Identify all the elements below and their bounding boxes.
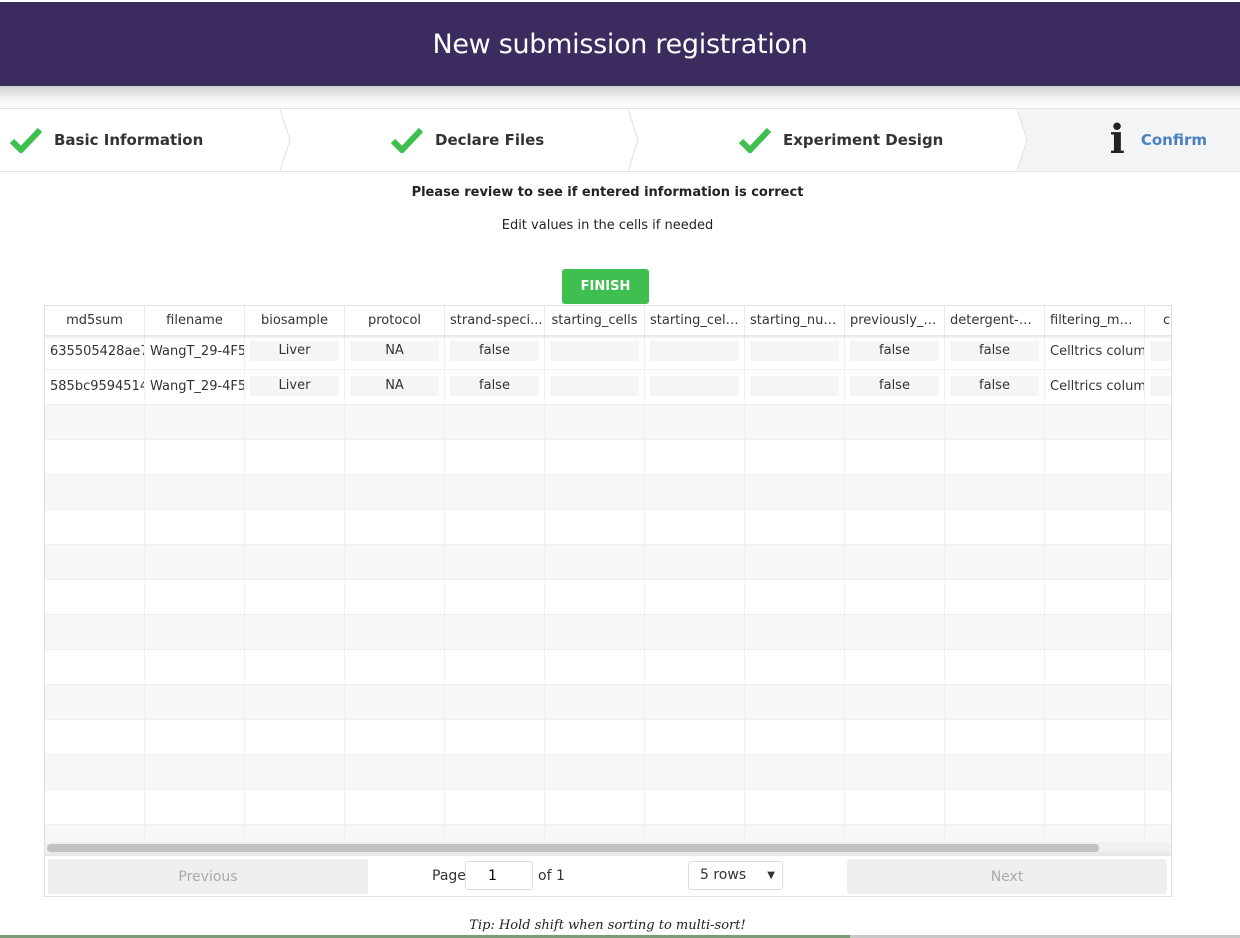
column-header-filtering-method[interactable]: filtering_met... — [1045, 306, 1145, 335]
step-separator — [1017, 109, 1028, 171]
column-header-previously-frozen[interactable]: previously_f... — [845, 306, 945, 335]
cell-protocol[interactable]: NA — [345, 370, 445, 404]
table-row-empty — [45, 440, 1171, 475]
pagination: Previous Page of 1 5 rows ▼ Next — [45, 855, 1171, 896]
cell-biosample[interactable]: Liver — [245, 370, 345, 404]
cell-md5sum: 585bc9594514 — [45, 370, 145, 404]
table-row: 635505428ae7 WangT_29-4F5 Liver NA false… — [45, 335, 1171, 370]
step-basic-information[interactable]: Basic Information — [10, 109, 203, 171]
step-confirm[interactable]: i Confirm — [1019, 109, 1240, 171]
column-header-detergent[interactable]: detergent-a... — [945, 306, 1045, 335]
horizontal-scrollbar[interactable] — [45, 842, 1171, 854]
dropdown-caret-icon: ▼ — [767, 870, 775, 881]
cell-previously-frozen[interactable]: false — [845, 335, 945, 369]
info-icon: i — [1109, 116, 1125, 163]
step-declare-files[interactable]: Declare Files — [391, 109, 544, 171]
page-number-input[interactable] — [465, 861, 533, 890]
cell-md5sum: 635505428ae7 — [45, 335, 145, 369]
step-separator — [280, 109, 291, 171]
step-label: Declare Files — [435, 131, 545, 149]
check-icon — [10, 127, 42, 153]
cell-starting-nuclei[interactable] — [745, 335, 845, 369]
cell-strand-specific[interactable]: false — [445, 335, 545, 369]
edit-hint: Edit values in the cells if needed — [501, 218, 714, 233]
cell-filtering-method[interactable]: Celltrics column — [1045, 335, 1145, 369]
rows-per-page-select[interactable]: 5 rows ▼ — [688, 861, 783, 890]
table-body: 635505428ae7 WangT_29-4F5 Liver NA false… — [45, 335, 1171, 860]
step-label: Experiment Design — [783, 131, 944, 149]
stepper: Basic Information Declare Files Experime… — [0, 108, 1240, 172]
scrollbar-thumb[interactable] — [47, 844, 1099, 852]
table-row-empty — [45, 510, 1171, 545]
cell-filename: WangT_29-4F5 — [145, 370, 245, 404]
cell-strand-specific[interactable]: false — [445, 370, 545, 404]
table-row: 585bc9594514 WangT_29-4F5 Liver NA false… — [45, 370, 1171, 405]
header-shadow — [0, 86, 1240, 108]
previous-button[interactable]: Previous — [48, 859, 368, 894]
cell-detergent[interactable]: false — [945, 335, 1045, 369]
table-row-empty — [45, 650, 1171, 685]
cell-filename: WangT_29-4F5 — [145, 335, 245, 369]
column-header-filename[interactable]: filename — [145, 306, 245, 335]
table-row-empty — [45, 580, 1171, 615]
cell-protocol[interactable]: NA — [345, 335, 445, 369]
page-count: of 1 — [538, 868, 565, 884]
table-row-empty — [45, 755, 1171, 790]
cell-starting-nuclei[interactable] — [745, 370, 845, 404]
column-header-starting-cell-2[interactable]: starting_cell... — [645, 306, 745, 335]
table-row-empty — [45, 615, 1171, 650]
cell-truncated[interactable] — [1145, 370, 1171, 404]
header-bar: New submission registration — [0, 2, 1240, 86]
page-title: New submission registration — [432, 28, 808, 60]
cell-starting-cells[interactable] — [545, 335, 645, 369]
next-button[interactable]: Next — [847, 859, 1167, 894]
check-icon — [391, 127, 423, 153]
table-row-empty — [45, 475, 1171, 510]
column-header-starting-cells[interactable]: starting_cells — [545, 306, 645, 335]
cell-detergent[interactable]: false — [945, 370, 1045, 404]
column-header-md5sum[interactable]: md5sum — [45, 306, 145, 335]
step-experiment-design[interactable]: Experiment Design — [739, 109, 943, 171]
table-row-empty — [45, 685, 1171, 720]
cell-starting-cell-2[interactable] — [645, 335, 745, 369]
cell-previously-frozen[interactable]: false — [845, 370, 945, 404]
cell-truncated[interactable] — [1145, 335, 1171, 369]
finish-button[interactable]: FINISH — [562, 269, 649, 304]
cell-starting-cell-2[interactable] — [645, 370, 745, 404]
table-row-empty — [45, 405, 1171, 440]
table-row-empty — [45, 545, 1171, 580]
column-header-strand-specific[interactable]: strand-speci... — [445, 306, 545, 335]
step-separator — [628, 109, 639, 171]
table-header: md5sum filename biosample protocol stran… — [45, 306, 1171, 335]
column-header-protocol[interactable]: protocol — [345, 306, 445, 335]
table-row-empty — [45, 790, 1171, 825]
column-header-truncated[interactable]: c — [1145, 306, 1171, 335]
step-label: Basic Information — [54, 131, 204, 149]
step-label: Confirm — [1140, 131, 1207, 149]
table-row-empty — [45, 720, 1171, 755]
column-header-starting-nuclei[interactable]: starting_nuc... — [745, 306, 845, 335]
cell-biosample[interactable]: Liver — [245, 335, 345, 369]
check-icon — [739, 127, 771, 153]
page-label: Page — [432, 868, 466, 884]
sorting-tip: Tip: Hold shift when sorting to multi-so… — [469, 918, 746, 933]
review-message: Please review to see if entered informat… — [411, 185, 804, 200]
cell-filtering-method[interactable]: Celltrics column — [1045, 370, 1145, 404]
cell-starting-cells[interactable] — [545, 370, 645, 404]
data-table: md5sum filename biosample protocol stran… — [44, 305, 1172, 897]
column-header-biosample[interactable]: biosample — [245, 306, 345, 335]
